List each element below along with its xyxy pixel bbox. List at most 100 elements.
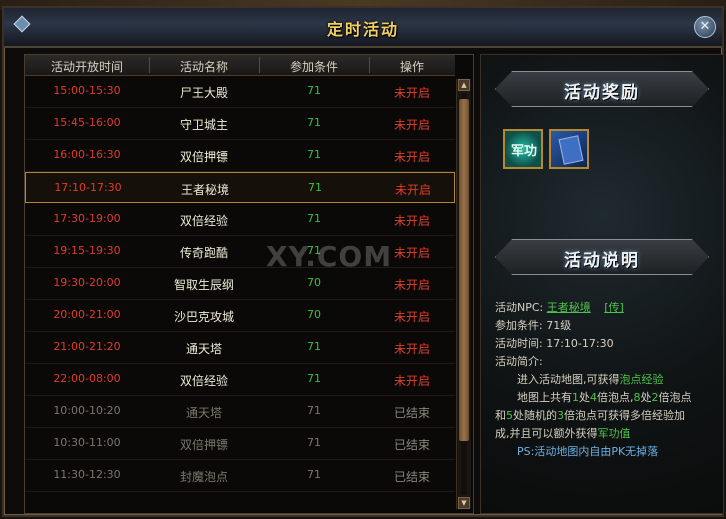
scroll-thumb[interactable] xyxy=(459,99,469,441)
row-condition: 71 xyxy=(307,404,321,417)
row-status: 已结束 xyxy=(393,406,430,420)
intro-highlight: 8 xyxy=(633,391,641,404)
row-activity-name: 双倍押镖 xyxy=(179,438,228,452)
row-condition: 70 xyxy=(307,276,321,289)
row-activity-name: 沙巴克攻城 xyxy=(173,310,234,324)
intro-highlight: 2 xyxy=(651,391,659,404)
row-status: 未开启 xyxy=(393,86,430,100)
table-header: 活动开放时间 活动名称 参加条件 操作 xyxy=(25,55,455,76)
row-condition: 71 xyxy=(307,212,321,225)
row-activity-name: 通天塔 xyxy=(185,342,222,356)
npc-name-link[interactable]: 王者秘境 xyxy=(547,301,591,314)
condition-line: 参加条件: 71级 xyxy=(495,319,572,332)
row-status: 已结束 xyxy=(393,470,430,484)
table-row[interactable]: 22:00-08:00 双倍经验 71 未开启 xyxy=(25,364,455,396)
table-row[interactable]: 16:00-16:30 双倍押镖 71 未开启 xyxy=(25,140,455,172)
intro-text: 处 xyxy=(579,391,590,404)
row-condition: 71 xyxy=(307,436,321,449)
table-row[interactable]: 10:30-11:00 双倍押镖 71 已结束 xyxy=(25,428,455,460)
intro-text: 处随机的 xyxy=(513,409,557,422)
row-time: 15:00-15:30 xyxy=(53,84,121,97)
table-row[interactable]: 17:10-17:30 王者秘境 71 未开启 xyxy=(25,172,455,203)
table-row[interactable]: 20:00-21:00 沙巴克攻城 70 未开启 xyxy=(25,300,455,332)
row-condition: 70 xyxy=(307,308,321,321)
title-bar: 定时活动 ✕ xyxy=(4,8,722,48)
intro-line-4: 成,并且可以额外获得军功值 xyxy=(495,425,631,443)
description-banner: 活动说明 xyxy=(495,239,709,275)
header-time: 活动开放时间 xyxy=(50,60,123,74)
row-activity-name: 王者秘境 xyxy=(180,183,229,197)
row-time: 19:30-20:00 xyxy=(53,276,121,289)
header-name: 活动名称 xyxy=(179,60,228,74)
reward-item-book[interactable] xyxy=(549,129,589,169)
row-activity-name: 双倍押镖 xyxy=(179,150,228,164)
row-activity-name: 封魔泡点 xyxy=(179,470,228,484)
row-status: 未开启 xyxy=(393,118,430,132)
intro-text: 倍泡点可获得多倍经验加 xyxy=(564,409,685,422)
table-row[interactable]: 17:30-19:00 双倍经验 71 未开启 xyxy=(25,204,455,236)
table-row[interactable]: 11:30-12:30 封魔泡点 71 已结束 xyxy=(25,460,455,492)
activity-table: 活动开放时间 活动名称 参加条件 操作 15:00-15:30 尸王大殿 71 未开启… xyxy=(24,54,474,514)
row-condition: 71 xyxy=(307,148,321,161)
row-activity-name: 通天塔 xyxy=(185,406,222,420)
intro-text: 进入活动地图,可获得 xyxy=(517,373,620,386)
row-status: 未开启 xyxy=(393,278,430,292)
row-time: 10:30-11:00 xyxy=(53,436,121,449)
row-activity-name: 传奇跑酷 xyxy=(179,246,228,260)
intro-text: 成,并且可以额外获得 xyxy=(495,427,598,440)
row-status: 未开启 xyxy=(393,150,430,164)
row-activity-name: 守卫城主 xyxy=(179,118,228,132)
header-condition: 参加条件 xyxy=(289,60,338,74)
row-time: 15:45-16:00 xyxy=(53,116,121,129)
intro-label: 活动简介: xyxy=(495,355,543,368)
close-button[interactable]: ✕ xyxy=(694,16,716,38)
row-condition: 71 xyxy=(307,340,321,353)
row-condition: 71 xyxy=(307,372,321,385)
row-condition: 71 xyxy=(307,84,321,97)
skill-book-icon xyxy=(558,135,584,165)
reward-item-medal[interactable]: 军功 xyxy=(503,129,543,169)
table-row[interactable]: 15:45-16:00 守卫城主 71 未开启 xyxy=(25,108,455,140)
row-time: 22:00-08:00 xyxy=(53,372,121,385)
row-status: 未开启 xyxy=(393,214,430,228)
intro-highlight: 泡点经验 xyxy=(619,373,664,386)
row-condition: 71 xyxy=(307,116,321,129)
row-time: 21:00-21:20 xyxy=(53,340,121,353)
row-status: 未开启 xyxy=(393,342,430,356)
intro-text: 和 xyxy=(495,409,506,422)
row-activity-name: 尸王大殿 xyxy=(179,86,228,100)
time-line: 活动时间: 17:10-17:30 xyxy=(495,337,614,350)
intro-highlight: 4 xyxy=(590,391,597,404)
row-status: 未开启 xyxy=(394,183,431,197)
intro-text: 倍泡点 xyxy=(658,391,692,404)
table-row[interactable]: 10:00-10:20 通天塔 71 已结束 xyxy=(25,396,455,428)
activity-info-panel: 活动奖励 军功 活动说明 活动NPC: 王者秘境 [传] 参加条件: 71级 活… xyxy=(480,54,724,514)
row-status: 已结束 xyxy=(393,438,430,452)
pk-note: PS:活动地图内自由PK无掉落 xyxy=(517,445,659,458)
medal-icon: 军功 xyxy=(511,144,538,159)
intro-line-1: 进入活动地图,可获得泡点经验 xyxy=(517,371,664,389)
header-action: 操作 xyxy=(399,60,424,74)
watermark: XY.COM xyxy=(266,240,393,273)
row-status: 未开启 xyxy=(393,374,430,388)
intro-line-3: 和5处随机的3倍泡点可获得多倍经验加 xyxy=(495,407,685,425)
intro-text: 倍泡点, xyxy=(597,391,634,404)
npc-label: 活动NPC: xyxy=(495,301,544,314)
row-condition: 71 xyxy=(308,181,322,194)
table-row[interactable]: 15:00-15:30 尸王大殿 71 未开启 xyxy=(25,76,455,108)
intro-highlight: 军功值 xyxy=(597,427,631,440)
scrollbar[interactable]: ▲ ▼ xyxy=(456,79,471,509)
row-time: 10:00-10:20 xyxy=(53,404,121,417)
row-time: 17:30-19:00 xyxy=(53,212,121,225)
row-condition: 71 xyxy=(307,468,321,481)
scroll-up-icon[interactable]: ▲ xyxy=(458,79,470,91)
row-time: 16:00-16:30 xyxy=(53,148,121,161)
scroll-down-icon[interactable]: ▼ xyxy=(458,497,470,509)
teleport-link[interactable]: [传] xyxy=(604,301,624,314)
row-activity-name: 双倍经验 xyxy=(179,214,228,228)
row-time: 17:10-17:30 xyxy=(54,181,122,194)
intro-highlight: 1 xyxy=(572,391,579,404)
intro-text: 处 xyxy=(640,391,652,404)
table-row[interactable]: 21:00-21:20 通天塔 71 未开启 xyxy=(25,332,455,364)
intro-highlight: 3 xyxy=(557,409,564,422)
